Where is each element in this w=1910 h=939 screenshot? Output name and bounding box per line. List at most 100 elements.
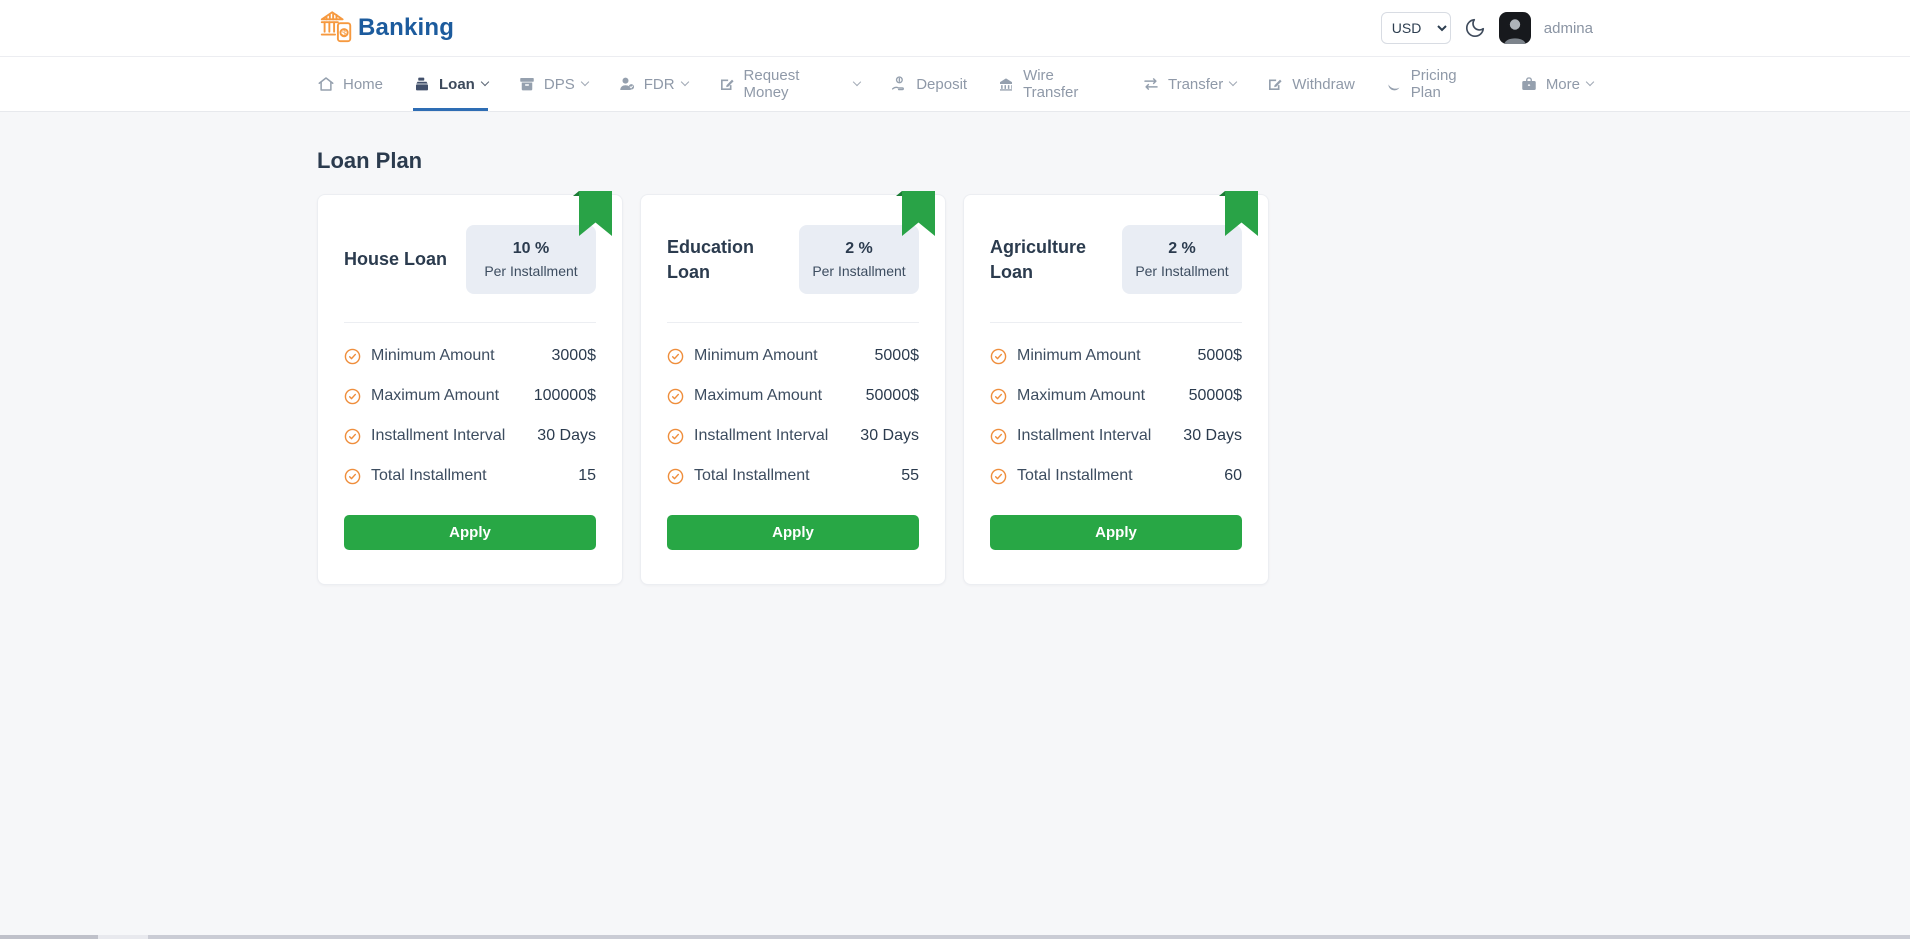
feature-row: Maximum Amount 50000$ <box>990 387 1242 405</box>
more-icon <box>1520 75 1538 93</box>
divider <box>344 322 596 323</box>
plan-name: House Loan <box>344 249 448 270</box>
loan-icon <box>413 75 431 93</box>
check-circle-icon <box>990 468 1007 485</box>
feature-label: Installment Interval <box>371 427 506 444</box>
dps-icon <box>518 75 536 93</box>
nav-label: FDR <box>643 75 675 93</box>
nav-item-loan[interactable]: Loan <box>413 57 490 111</box>
nav-label: DPS <box>543 75 575 93</box>
nav-label: Home <box>343 75 384 93</box>
rate-value: 2 % <box>1168 240 1196 257</box>
feature-label: Total Installment <box>694 467 810 484</box>
feature-row: Total Installment 60 <box>990 467 1242 485</box>
feature-value: 50000$ <box>865 387 919 404</box>
loan-plan-card-house: House Loan 10 % Per Installment Minimum … <box>317 191 623 585</box>
feature-row: Maximum Amount 50000$ <box>667 387 919 405</box>
main-content: Loan Plan House Loan 10 % Per Installmen… <box>317 148 1593 585</box>
nav-label: Withdraw <box>1292 75 1355 93</box>
check-circle-icon <box>667 428 684 445</box>
check-circle-icon <box>344 388 361 405</box>
nav-item-transfer[interactable]: Transfer <box>1142 57 1238 111</box>
horizontal-scrollbar[interactable] <box>0 935 1910 939</box>
bookmark-fold <box>1219 191 1225 196</box>
nav-item-dps[interactable]: DPS <box>518 57 589 111</box>
pricing-plan-icon <box>1385 75 1403 93</box>
check-circle-icon <box>344 428 361 445</box>
plan-name: Education Loan <box>667 237 755 282</box>
plan-name: Agriculture Loan <box>990 237 1087 282</box>
withdraw-icon <box>1266 75 1284 93</box>
feature-row: Total Installment 55 <box>667 467 919 485</box>
nav-label: Loan <box>439 75 475 93</box>
rate-value: 2 % <box>845 240 873 257</box>
avatar[interactable] <box>1498 12 1531 44</box>
check-circle-icon <box>667 468 684 485</box>
bank-logo-icon: $ <box>317 7 355 50</box>
feature-label: Minimum Amount <box>371 347 495 364</box>
nav-label: Pricing Plan <box>1410 67 1457 101</box>
transfer-icon <box>1142 75 1160 93</box>
nav-item-withdraw[interactable]: Withdraw <box>1266 57 1355 111</box>
apply-button[interactable]: Apply <box>990 515 1242 550</box>
nav-label: Wire Transfer <box>1023 67 1079 101</box>
nav-item-more[interactable]: More <box>1520 57 1595 111</box>
page-title: Loan Plan <box>317 148 423 173</box>
check-circle-icon <box>667 388 684 405</box>
bookmark-fold <box>573 191 579 196</box>
nav-item-fdr[interactable]: FDR <box>618 57 689 111</box>
deposit-icon <box>890 75 908 93</box>
feature-row: Installment Interval 30 Days <box>344 427 596 445</box>
app-header: $ Banking USD admina <box>0 0 1910 57</box>
divider <box>667 322 919 323</box>
brand-name: Banking <box>358 14 455 41</box>
nav-item-pricing-plan[interactable]: Pricing Plan <box>1385 57 1490 111</box>
feature-label: Installment Interval <box>694 427 829 444</box>
check-circle-icon <box>344 348 361 365</box>
nav-item-home[interactable]: Home <box>317 57 383 111</box>
feature-row: Total Installment 15 <box>344 467 596 485</box>
dark-mode-moon-icon[interactable] <box>1464 17 1486 39</box>
check-circle-icon <box>344 468 361 485</box>
nav-item-request-money[interactable]: Request Money <box>718 57 862 111</box>
request-money-icon <box>718 75 736 93</box>
brand[interactable]: $ Banking <box>317 7 454 50</box>
rate-badge: 2 % Per Installment <box>799 225 919 294</box>
rate-value: 10 % <box>512 240 550 257</box>
apply-button[interactable]: Apply <box>667 515 919 550</box>
rate-badge: 2 % Per Installment <box>1122 225 1242 294</box>
feature-value: 5000$ <box>1197 347 1243 364</box>
feature-row: Installment Interval 30 Days <box>990 427 1242 445</box>
feature-value: 5000$ <box>874 347 920 364</box>
feature-value: 3000$ <box>551 347 597 364</box>
rate-caption: Per Installment <box>1135 263 1229 279</box>
nav-item-wire-transfer[interactable]: Wire Transfer <box>997 57 1112 111</box>
nav-label: Transfer <box>1167 75 1224 93</box>
nav-label: Deposit <box>916 75 968 93</box>
fdr-icon <box>618 75 636 93</box>
feature-value: 15 <box>578 467 596 484</box>
nav-item-deposit[interactable]: Deposit <box>890 57 967 111</box>
nav-label: Request Money <box>743 67 800 101</box>
chevron-down-icon <box>1229 77 1238 87</box>
feature-value: 60 <box>1224 467 1242 484</box>
apply-button[interactable]: Apply <box>344 515 596 550</box>
feature-value: 30 Days <box>860 427 919 444</box>
feature-row: Maximum Amount 100000$ <box>344 387 596 405</box>
chevron-down-icon <box>480 77 490 87</box>
check-circle-icon <box>667 348 684 365</box>
feature-label: Maximum Amount <box>1017 387 1146 404</box>
feature-value: 100000$ <box>533 387 596 404</box>
currency-select[interactable]: USD <box>1380 12 1451 44</box>
loan-plan-card-education: Education Loan 2 % Per Installment Minim… <box>640 191 946 585</box>
feature-row: Minimum Amount 3000$ <box>344 347 596 365</box>
feature-label: Total Installment <box>1017 467 1133 484</box>
feature-label: Minimum Amount <box>1017 347 1141 364</box>
bookmark-fold <box>896 191 902 196</box>
loan-plan-cards: House Loan 10 % Per Installment Minimum … <box>317 191 1593 585</box>
chevron-down-icon <box>580 77 589 87</box>
chevron-down-icon <box>1585 77 1595 87</box>
rate-caption: Per Installment <box>484 263 578 279</box>
feature-value: 30 Days <box>1183 427 1242 444</box>
feature-value: 55 <box>901 467 919 484</box>
